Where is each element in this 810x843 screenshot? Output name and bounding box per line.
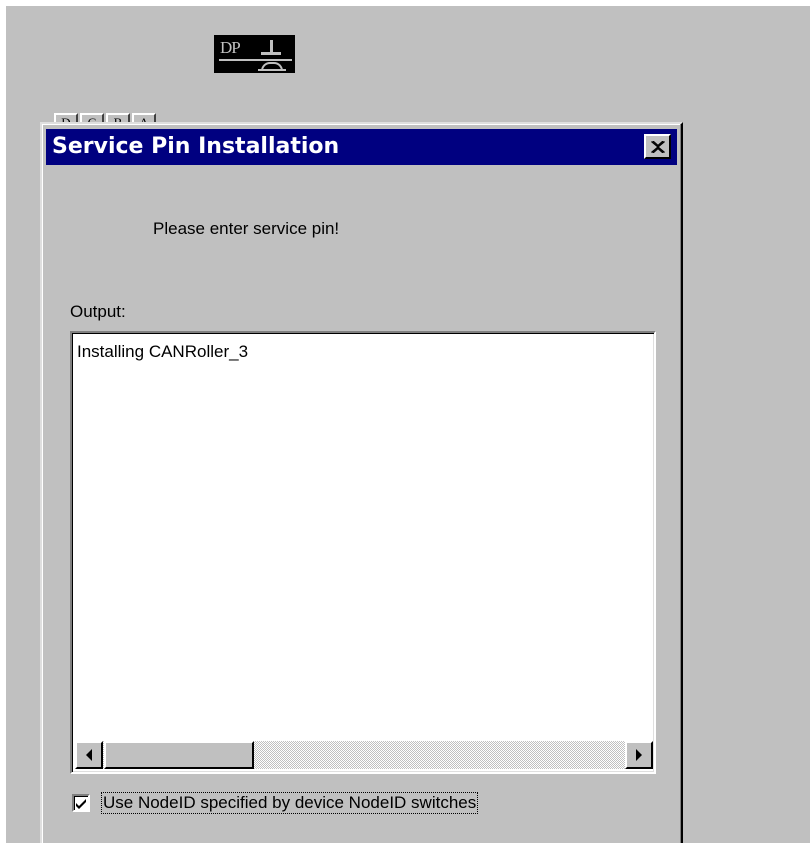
dome-base-shape <box>258 69 286 71</box>
prompt-text: Please enter service pin! <box>153 219 340 238</box>
checkmark-icon <box>76 798 86 809</box>
dialog-title-bar[interactable]: Service Pin Installation <box>46 129 677 165</box>
nodeid-checkbox[interactable] <box>72 794 90 812</box>
service-pin-dialog: Service Pin Installation Please enter se… <box>40 122 683 843</box>
scroll-right-button[interactable] <box>625 741 653 769</box>
nodeid-checkbox-label[interactable]: Use NodeID specified by device NodeID sw… <box>100 792 479 814</box>
output-label: Output: <box>70 302 126 321</box>
pin-base-shape <box>261 52 281 55</box>
arrow-right-icon <box>636 749 642 761</box>
desktop: DP D C B A Service Pin Installation Plea… <box>0 0 810 843</box>
dp-label: DP <box>220 38 241 57</box>
scroll-thumb[interactable] <box>104 741 254 769</box>
output-textbox[interactable]: Installing CANRoller_3 <box>70 331 656 774</box>
service-pin-icon[interactable]: DP <box>214 35 295 73</box>
scroll-left-button[interactable] <box>75 741 103 769</box>
horizontal-scrollbar[interactable] <box>75 741 653 769</box>
close-icon <box>650 140 665 153</box>
dialog-title: Service Pin Installation <box>52 134 340 159</box>
output-line: Installing CANRoller_3 <box>77 342 249 361</box>
nodeid-option[interactable]: Use NodeID specified by device NodeID sw… <box>72 792 479 814</box>
close-button[interactable] <box>644 134 671 159</box>
arrow-left-icon <box>86 749 92 761</box>
divider-line <box>219 59 292 61</box>
